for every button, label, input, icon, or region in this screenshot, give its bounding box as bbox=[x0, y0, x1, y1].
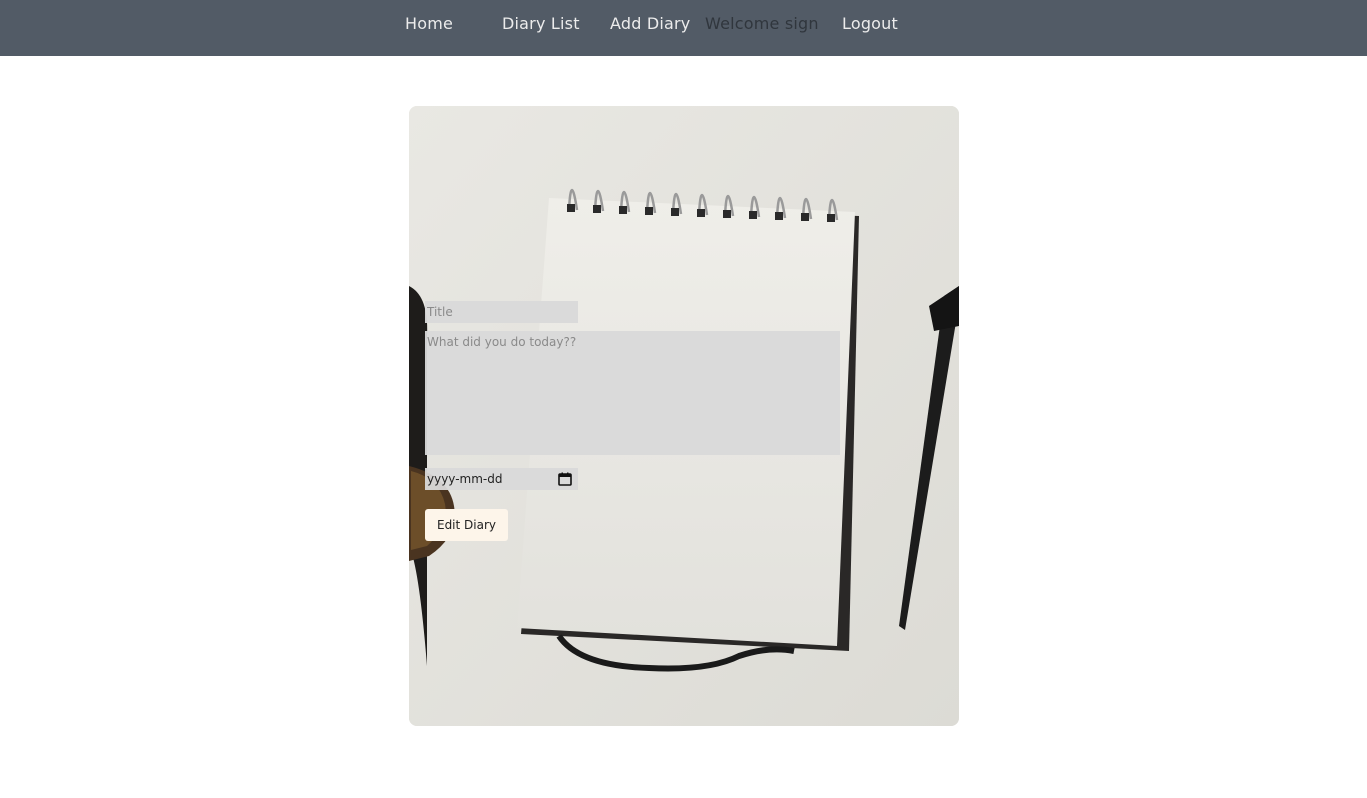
nav-logout-link[interactable]: Logout bbox=[842, 14, 898, 34]
edit-diary-button[interactable]: Edit Diary bbox=[425, 509, 508, 541]
date-input[interactable]: yyyy-mm-dd bbox=[425, 468, 578, 490]
calendar-icon[interactable] bbox=[558, 472, 572, 486]
nav-home-link[interactable]: Home bbox=[405, 14, 453, 34]
top-navbar: Home Diary List Add Diary Welcome sign L… bbox=[0, 0, 1367, 56]
nav-add-diary-link[interactable]: Add Diary bbox=[610, 14, 690, 34]
welcome-sign: Welcome sign bbox=[705, 14, 819, 33]
title-input[interactable] bbox=[425, 301, 578, 323]
diary-body-textarea[interactable] bbox=[425, 331, 840, 455]
date-placeholder: yyyy-mm-dd bbox=[427, 472, 503, 486]
nav-diary-list-link[interactable]: Diary List bbox=[502, 14, 580, 34]
diary-form-card: yyyy-mm-dd Edit Diary bbox=[409, 106, 959, 726]
